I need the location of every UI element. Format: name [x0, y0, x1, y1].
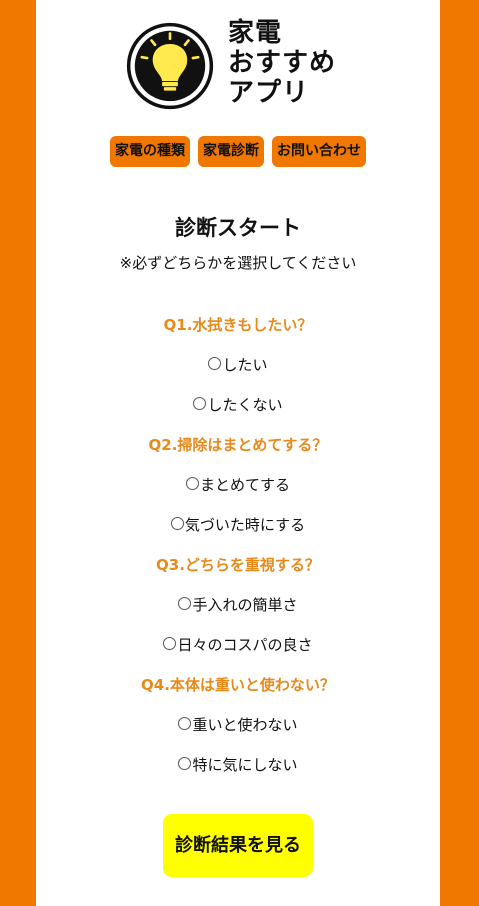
- app-title: 家電 おすすめ アプリ: [228, 18, 336, 108]
- question-1: Q1.水拭きもしたい？: [163, 316, 313, 334]
- option-label: したい: [222, 356, 268, 374]
- submit-diagnosis-button[interactable]: 診断結果を見る: [163, 814, 313, 877]
- nav-appliance-diagnosis[interactable]: 家電診断: [198, 136, 264, 167]
- nav-appliance-types[interactable]: 家電の種類: [110, 136, 190, 167]
- q4-option-2[interactable]: 特に気にしない: [36, 754, 440, 775]
- radio-button[interactable]: [178, 717, 192, 730]
- radio-button[interactable]: [170, 517, 184, 530]
- q3-option-1[interactable]: 手入れの簡単さ: [36, 594, 440, 615]
- option-label: 重いと使わない: [192, 716, 298, 734]
- main-panel: 家電 おすすめ アプリ 家電の種類 家電診断 お問い合わせ 診断スタート ※必ず…: [36, 0, 440, 906]
- app-title-line-1: 家電: [228, 18, 283, 48]
- q3-option-2[interactable]: 日々のコスパの良さ: [36, 634, 440, 655]
- instruction-note: ※必ずどちらかを選択してください: [119, 254, 357, 272]
- option-label: 特に気にしない: [192, 756, 298, 774]
- q1-option-2[interactable]: したくない: [36, 394, 440, 415]
- app-title-line-3: アプリ: [228, 78, 310, 108]
- option-label: 日々のコスパの良さ: [177, 636, 313, 654]
- option-label: 手入れの簡単さ: [192, 596, 298, 614]
- radio-button[interactable]: [193, 397, 207, 410]
- question-2: Q2.掃除はまとめてする？: [148, 436, 328, 454]
- radio-button[interactable]: [178, 597, 192, 610]
- app-logo[interactable]: 家電 おすすめ アプリ: [126, 18, 386, 118]
- app-title-line-2: おすすめ: [228, 48, 337, 78]
- option-label: まとめてする: [199, 476, 290, 494]
- radio-button[interactable]: [185, 477, 199, 490]
- option-label: 気づいた時にする: [184, 516, 306, 534]
- option-label: したくない: [207, 396, 283, 414]
- q4-option-1[interactable]: 重いと使わない: [36, 714, 440, 735]
- q1-option-1[interactable]: したい: [36, 354, 440, 375]
- q2-option-2[interactable]: 気づいた時にする: [36, 514, 440, 535]
- question-3: Q3.どちらを重視する？: [156, 556, 320, 574]
- radio-button[interactable]: [208, 357, 222, 370]
- q2-option-1[interactable]: まとめてする: [36, 474, 440, 495]
- nav-contact[interactable]: お問い合わせ: [272, 136, 366, 167]
- main-nav: 家電の種類 家電診断 お問い合わせ: [36, 136, 440, 167]
- lightbulb-icon: [126, 22, 214, 110]
- radio-button[interactable]: [178, 757, 192, 770]
- question-4: Q4.本体は重いと使わない？: [141, 676, 335, 694]
- page-title: 診断スタート: [175, 216, 301, 240]
- radio-button[interactable]: [163, 637, 177, 650]
